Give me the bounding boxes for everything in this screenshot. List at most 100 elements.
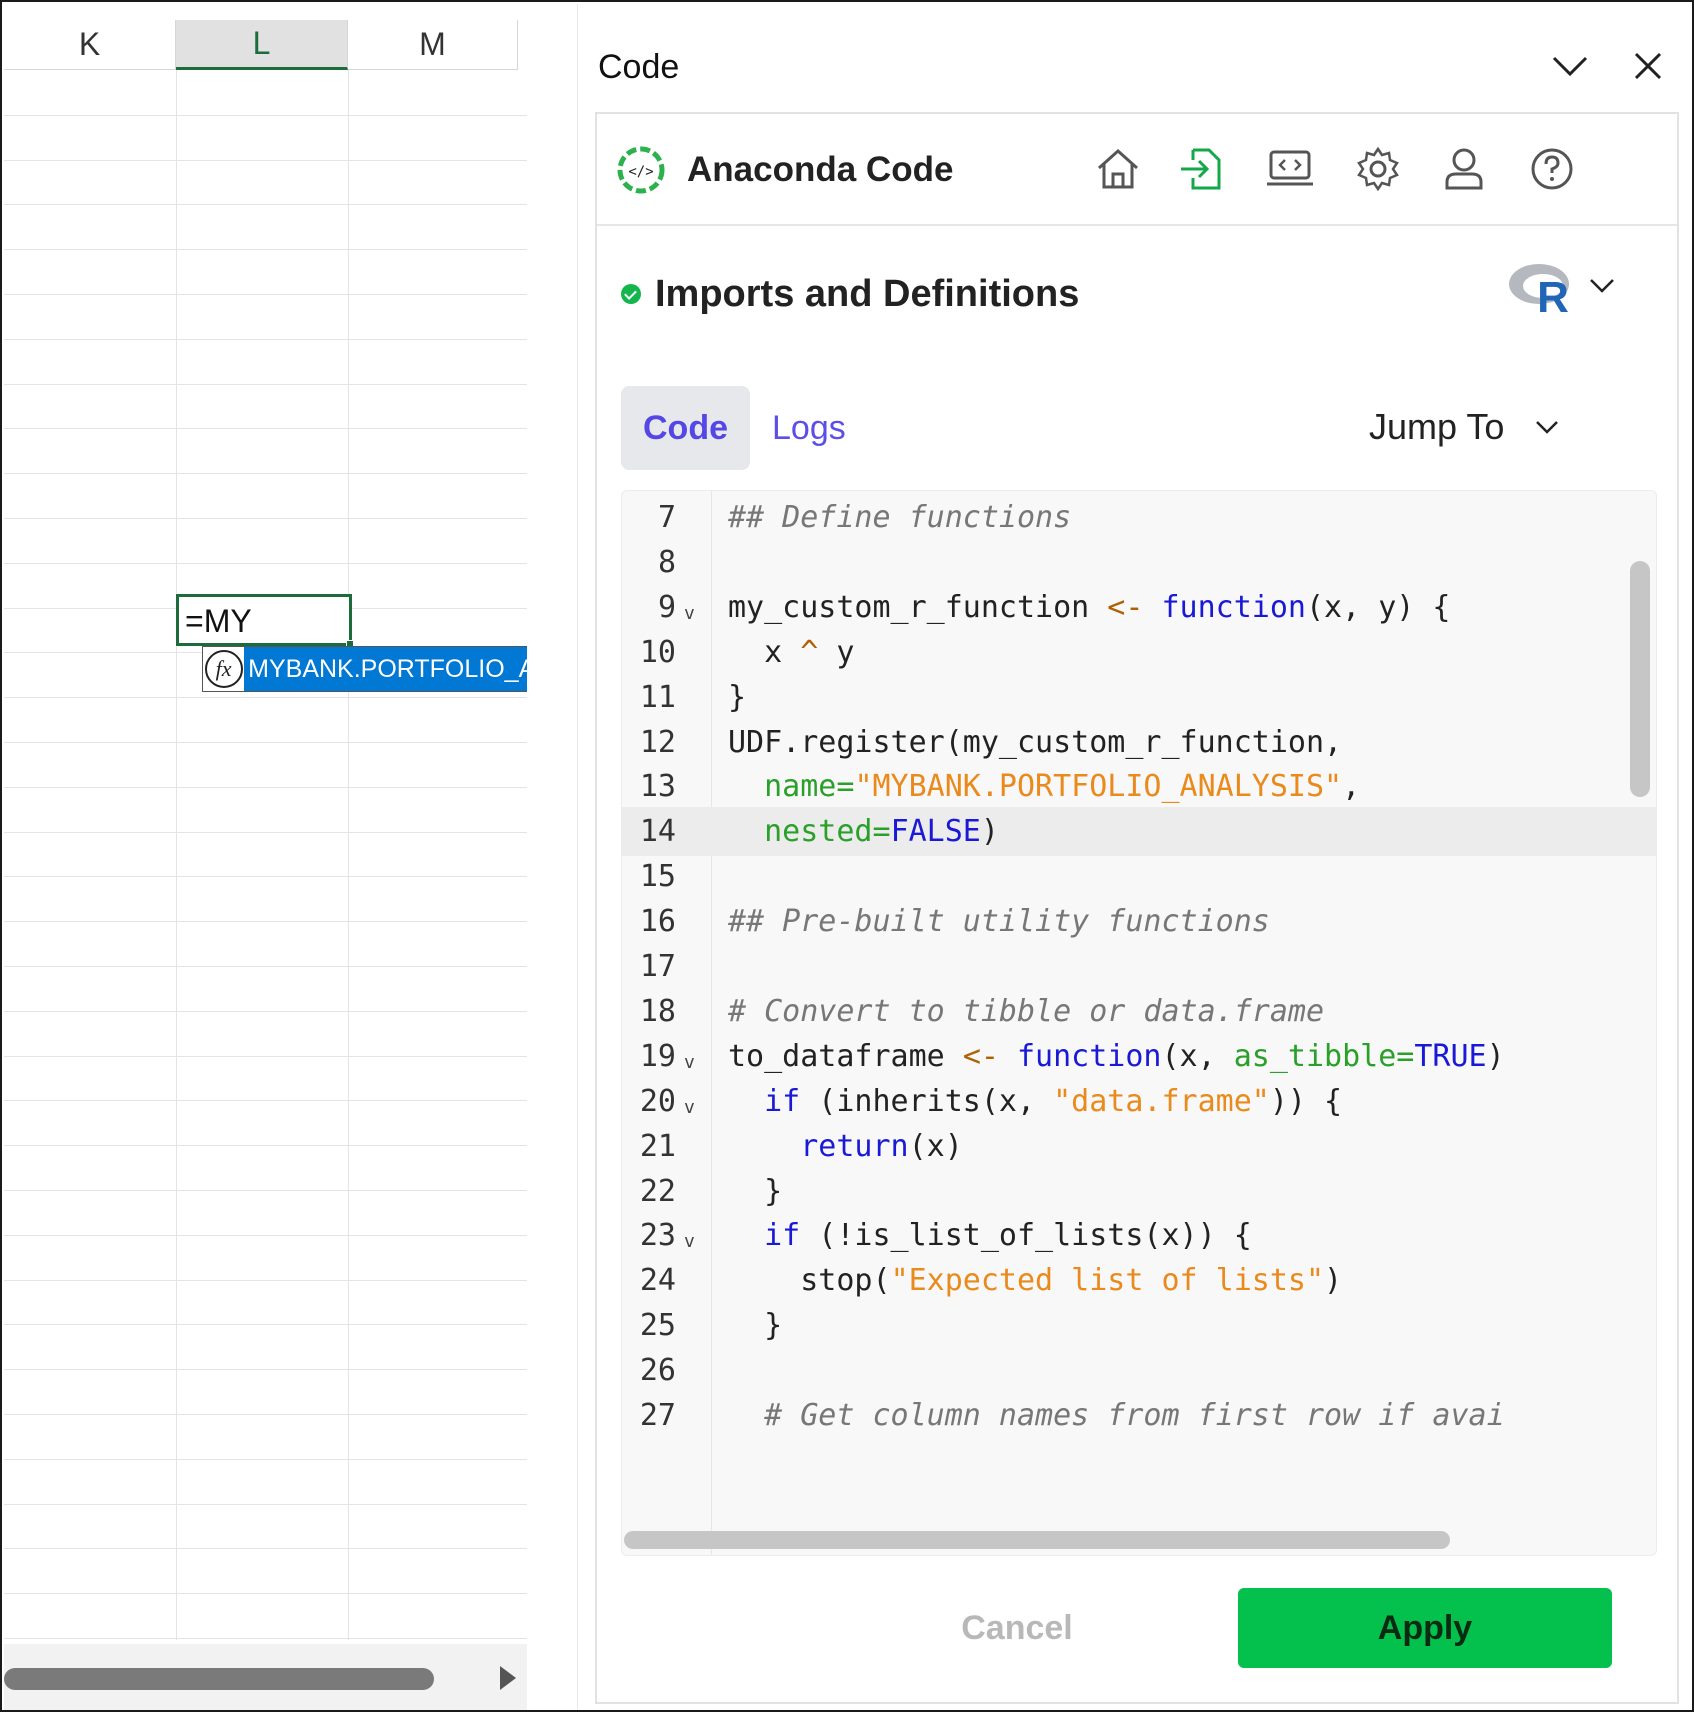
row-gridline <box>4 562 527 564</box>
row-gridline <box>4 921 527 923</box>
code-text: if (!is_list_of_lists(x)) { <box>764 1218 1252 1254</box>
column-header-l[interactable]: L <box>176 20 348 70</box>
code-text: name="MYBANK.PORTFOLIO_ANALYSIS", <box>764 769 1361 805</box>
cell-grid[interactable] <box>4 70 527 1640</box>
row-gridline <box>4 249 527 251</box>
code-text: return(x) <box>800 1128 963 1164</box>
line-number: 27 <box>639 1398 676 1433</box>
code-task-pane: Code </> Anaconda Code Imports and Defin… <box>577 4 1692 1710</box>
code-line[interactable]: 18 # Convert to tibble or data.frame <box>622 987 1656 1036</box>
code-line[interactable]: 19 v to_dataframe <- function(x, as_tibble… <box>622 1032 1656 1081</box>
row-gridline <box>4 742 527 743</box>
code-text: # Convert to tibble or data.frame <box>728 993 1325 1029</box>
code-text: } <box>728 679 747 715</box>
line-number: 19 <box>639 1038 676 1074</box>
row-gridline <box>4 697 527 699</box>
code-text: stop("Expected list of lists") <box>728 1263 1343 1299</box>
column-header-k[interactable]: K <box>4 20 176 70</box>
code-line[interactable]: 20 v if (inherits(x, "data.frame")) { <box>622 1077 1656 1126</box>
code-line[interactable]: 24 stop("Expected list of lists") <box>622 1256 1656 1305</box>
code-text: } <box>728 1308 783 1344</box>
app-window: K L M =MY fx MYBANK.PORTFOLIO_ANALYSIS C… <box>0 0 1694 1712</box>
code-line[interactable]: 15 <box>622 852 1656 901</box>
code-text: ## Define functions <box>728 500 1072 535</box>
code-line[interactable]: 13 name="MYBANK.PORTFOLIO_ANALYSIS", <box>622 762 1656 811</box>
code-line[interactable]: 16 ## Pre-built utility functions <box>622 897 1656 946</box>
code-line[interactable]: 22 } <box>622 1167 1656 1216</box>
code-editor[interactable]: 7 ## Define functions 8 9 v my_custom_r_funct… <box>621 490 1657 1556</box>
user-icon[interactable] <box>1439 144 1489 194</box>
row-gridline <box>4 1503 527 1505</box>
line-number: 22 <box>639 1173 676 1209</box>
code-text: to_dataframe <- function(x, as_tibble=TR… <box>728 1038 1505 1074</box>
section-header: Imports and Definitions <box>621 264 1079 324</box>
code-line[interactable]: 21 return(x) <box>622 1122 1656 1171</box>
code-line[interactable]: 17 <box>622 942 1656 991</box>
line-number: 13 <box>639 769 676 805</box>
code-text: if (inherits(x, "data.frame")) { <box>764 1083 1343 1119</box>
row-gridline <box>4 1458 527 1460</box>
line-number: 11 <box>639 679 676 715</box>
formula-autocomplete-item[interactable]: fx MYBANK.PORTFOLIO_ANALYSIS <box>202 646 527 692</box>
anaconda-logo-icon: </> <box>617 146 665 194</box>
help-icon[interactable] <box>1527 144 1577 194</box>
row-gridline <box>4 428 527 430</box>
tab-bar: Code Logs <box>621 386 868 470</box>
row-gridline <box>4 114 527 116</box>
chevron-down-icon[interactable] <box>1548 46 1592 86</box>
code-line[interactable]: 12 UDF.register(my_custom_r_function, <box>622 718 1656 767</box>
code-line[interactable]: 27 # Get column names from first row if … <box>622 1391 1656 1440</box>
row-gridline <box>4 1234 527 1236</box>
code-line[interactable]: 26 <box>622 1346 1656 1395</box>
row-gridline <box>4 1414 527 1415</box>
scroll-right-icon[interactable] <box>500 1666 516 1690</box>
apply-button[interactable]: Apply <box>1238 1588 1612 1668</box>
line-number: 26 <box>639 1353 676 1389</box>
line-number: 14 <box>639 814 676 850</box>
home-icon[interactable] <box>1093 144 1143 194</box>
code-line[interactable]: 9 v my_custom_r_function <- function(x, y)… <box>622 583 1656 632</box>
editor-vertical-scroll-thumb[interactable] <box>1630 561 1650 797</box>
code-line[interactable]: 8 <box>622 538 1656 587</box>
close-icon[interactable] <box>1628 46 1668 86</box>
line-number: 23 <box>639 1218 676 1254</box>
section-title: Imports and Definitions <box>655 272 1080 315</box>
tab-code[interactable]: Code <box>621 386 750 470</box>
row-gridline <box>4 1100 527 1102</box>
horizontal-scroll-thumb[interactable] <box>4 1668 434 1690</box>
code-line[interactable]: 23 v if (!is_list_of_lists(x)) { <box>622 1211 1656 1260</box>
editor-horizontal-scroll-thumb[interactable] <box>624 1531 1450 1549</box>
row-gridline <box>4 294 527 295</box>
code-line[interactable]: 10 x ^ y <box>622 628 1656 677</box>
code-line[interactable]: 14 nested=FALSE) <box>622 807 1656 857</box>
status-ok-icon <box>621 284 641 304</box>
settings-icon[interactable] <box>1353 144 1403 194</box>
import-icon[interactable] <box>1177 144 1227 194</box>
line-number: 25 <box>639 1308 676 1344</box>
tab-logs[interactable]: Logs <box>750 386 868 470</box>
line-number: 20 <box>639 1083 676 1119</box>
jump-to-dropdown[interactable]: Jump To <box>1369 406 1560 448</box>
row-gridline <box>4 1010 527 1012</box>
row-gridline <box>4 1548 527 1550</box>
brand-name: Anaconda Code <box>687 150 954 189</box>
cancel-button[interactable]: Cancel <box>917 1588 1117 1668</box>
line-number: 7 <box>657 500 676 535</box>
code-line[interactable]: 7 ## Define functions <box>622 493 1656 542</box>
line-number: 15 <box>639 859 676 895</box>
row-gridline <box>4 204 527 206</box>
row-gridline <box>4 383 527 385</box>
row-gridline <box>4 1638 527 1639</box>
line-number: 12 <box>639 724 676 760</box>
code-line[interactable]: 11} <box>622 673 1656 722</box>
code-environment-icon[interactable] <box>1265 144 1315 194</box>
toolbar: </> Anaconda Code <box>597 114 1677 226</box>
language-chevron-down-icon[interactable] <box>1587 274 1617 298</box>
row-gridline <box>4 966 527 967</box>
code-line[interactable]: 25 } <box>622 1301 1656 1350</box>
horizontal-scrollbar[interactable] <box>4 1644 527 1710</box>
row-gridline <box>4 876 527 878</box>
r-language-icon[interactable]: R <box>1507 260 1577 316</box>
active-cell-l[interactable]: =MY <box>176 594 354 648</box>
column-header-m[interactable]: M <box>348 20 518 70</box>
